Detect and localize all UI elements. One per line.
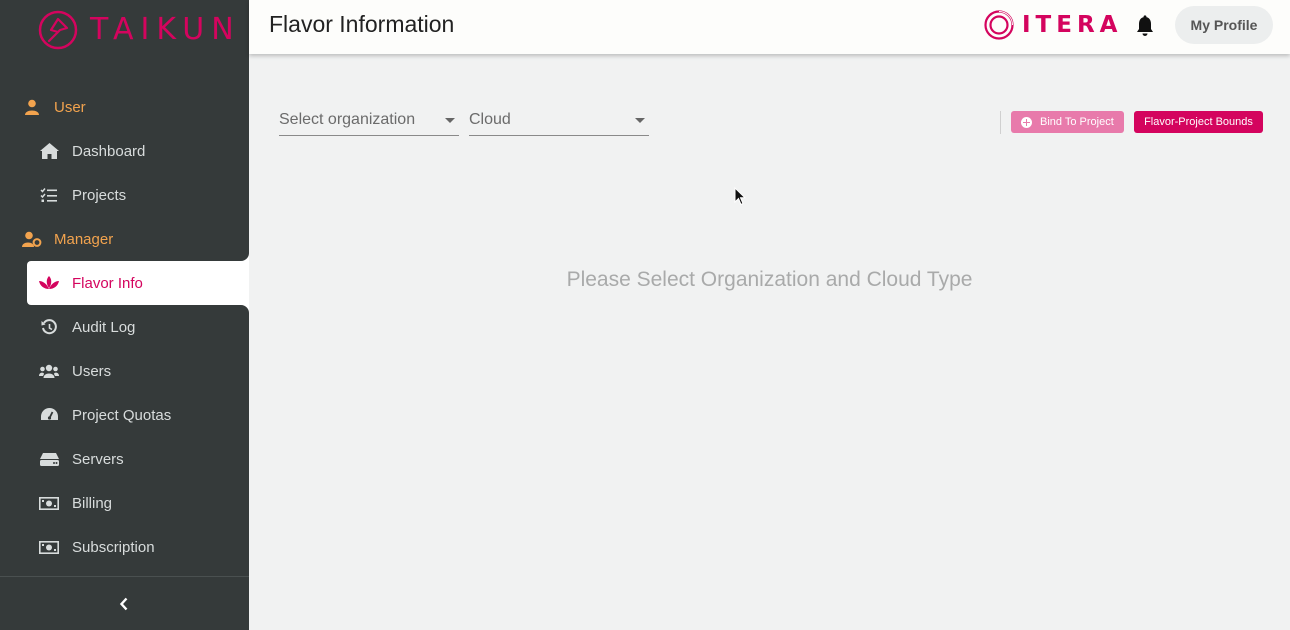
sidebar-item-label: Audit Log	[72, 318, 136, 336]
plus-circle-icon	[1021, 116, 1032, 128]
sidebar-item-label: Flavor Info	[72, 274, 143, 292]
organization-select[interactable]: Select organization	[279, 104, 459, 136]
top-header: Flavor Information ITERA My Profile	[249, 0, 1290, 54]
caret-down-icon	[635, 118, 645, 123]
taikun-logo[interactable]: TAIKUN	[38, 10, 241, 50]
cloud-select-placeholder: Cloud	[469, 111, 511, 128]
sidebar-item-label: Project Quotas	[72, 406, 172, 424]
cloud-select[interactable]: Cloud	[469, 104, 649, 136]
sidebar-divider	[0, 576, 249, 577]
money-icon	[39, 493, 59, 513]
collapse-sidebar-button[interactable]	[112, 592, 136, 616]
caret-down-icon	[445, 118, 455, 123]
toolbar-divider	[1000, 111, 1001, 134]
users-icon	[39, 361, 59, 381]
sidebar-section-label: Manager	[54, 230, 114, 248]
chevron-left-icon	[119, 597, 128, 611]
flavor-project-bounds-button[interactable]: Flavor-Project Bounds	[1134, 111, 1263, 133]
user-cog-icon	[22, 229, 42, 249]
sidebar-item-dashboard[interactable]: Dashboard	[0, 129, 249, 173]
notifications-button[interactable]	[1135, 15, 1155, 37]
home-icon	[39, 141, 59, 161]
bind-to-project-button[interactable]: Bind To Project	[1011, 111, 1124, 133]
sidebar-item-billing[interactable]: Billing	[0, 481, 249, 525]
sidebar-item-label: Servers	[72, 450, 124, 468]
history-icon	[39, 317, 59, 337]
user-icon	[22, 97, 42, 117]
sidebar-item-servers[interactable]: Servers	[0, 437, 249, 481]
sidebar-section-label: User	[54, 98, 86, 116]
bind-to-project-label: Bind To Project	[1040, 116, 1114, 128]
sidebar-item-users[interactable]: Users	[0, 349, 249, 393]
sidebar-item-subscription[interactable]: Subscription	[0, 525, 249, 569]
taikun-logo-icon	[38, 10, 78, 50]
bell-icon	[1137, 15, 1153, 36]
sidebar-item-audit-log[interactable]: Audit Log	[0, 305, 249, 349]
logo-text: TAIKUN	[90, 12, 241, 47]
sidebar: TAIKUN User Dashboard Projects Manager F…	[0, 0, 249, 630]
itera-logo[interactable]: ITERA	[984, 10, 1122, 40]
gauge-icon	[39, 405, 59, 425]
my-profile-button[interactable]: My Profile	[1175, 6, 1273, 44]
sidebar-item-project-quotas[interactable]: Project Quotas	[0, 393, 249, 437]
sidebar-item-flavor-info[interactable]: Flavor Info	[0, 261, 249, 305]
sidebar-item-projects[interactable]: Projects	[0, 173, 249, 217]
sidebar-item-label: Billing	[72, 494, 113, 512]
sidebar-section-manager[interactable]: Manager	[0, 217, 249, 261]
list-check-icon	[39, 185, 59, 205]
lotus-icon	[39, 273, 59, 293]
itera-logo-icon	[984, 10, 1014, 40]
sidebar-item-label: Users	[72, 362, 112, 380]
empty-state-message: Please Select Organization and Cloud Typ…	[566, 268, 973, 291]
sidebar-item-label: Dashboard	[72, 142, 146, 160]
money-icon	[39, 537, 59, 557]
organization-select-placeholder: Select organization	[279, 111, 416, 128]
sidebar-item-label: Subscription	[72, 538, 155, 556]
sidebar-item-label: Projects	[72, 186, 127, 204]
partner-logo-text: ITERA	[1022, 12, 1123, 38]
sidebar-section-user[interactable]: User	[0, 85, 249, 129]
page-title: Flavor Information	[269, 11, 455, 37]
server-icon	[39, 449, 59, 469]
mouse-cursor-icon	[734, 187, 746, 206]
